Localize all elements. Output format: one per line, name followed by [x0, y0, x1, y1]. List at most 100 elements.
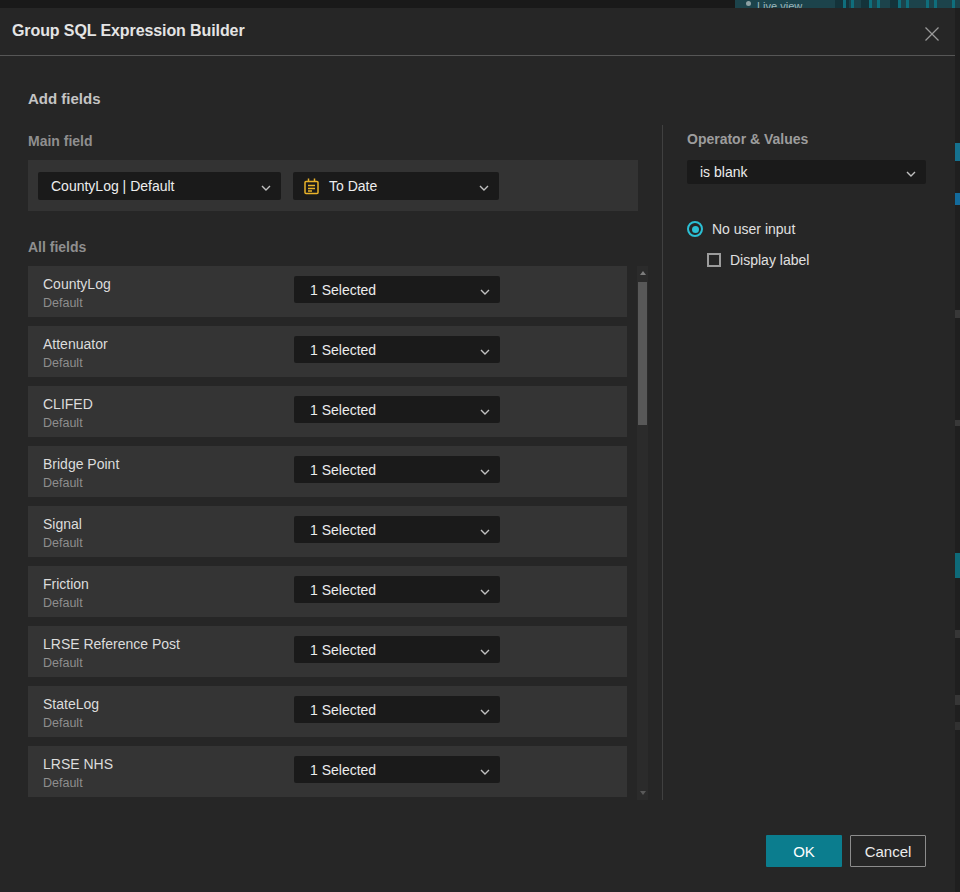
- chevron-down-icon: [480, 342, 490, 358]
- date-field-select-value: To Date: [320, 178, 377, 194]
- operator-values-heading: Operator & Values: [687, 131, 808, 147]
- field-selected-value: 1 Selected: [294, 582, 376, 598]
- field-selected-value: 1 Selected: [294, 282, 376, 298]
- dialog-title: Group SQL Expression Builder: [12, 22, 245, 40]
- field-selected-value: 1 Selected: [294, 702, 376, 718]
- scrollbar-thumb[interactable]: [638, 282, 647, 425]
- no-user-input-label: No user input: [712, 221, 795, 237]
- field-selected-value: 1 Selected: [294, 462, 376, 478]
- checkbox-unchecked-icon[interactable]: [707, 253, 721, 267]
- field-row: Friction Default 1 Selected: [28, 566, 627, 617]
- field-row: StateLog Default 1 Selected: [28, 686, 627, 737]
- field-name: CLIFED: [43, 396, 93, 412]
- chevron-down-icon: [480, 522, 490, 538]
- field-name: Attenuator: [43, 336, 108, 352]
- cancel-button[interactable]: Cancel: [850, 835, 926, 867]
- field-selected-dropdown[interactable]: 1 Selected: [294, 336, 500, 363]
- chevron-down-icon: [480, 402, 490, 418]
- no-user-input-option[interactable]: No user input: [687, 221, 795, 237]
- all-fields-list: CountyLog Default 1 Selected Attenuator …: [28, 266, 627, 806]
- display-label-option[interactable]: Display label: [707, 252, 809, 268]
- date-field-select[interactable]: To Date: [293, 172, 499, 200]
- close-button[interactable]: [919, 21, 945, 47]
- field-name: LRSE NHS: [43, 756, 113, 772]
- device-icon: [926, 0, 929, 8]
- device-icon: [843, 0, 846, 8]
- field-name: Bridge Point: [43, 456, 119, 472]
- background-item: [955, 722, 960, 730]
- field-row: CountyLog Default 1 Selected: [28, 266, 627, 317]
- header-divider: [0, 55, 955, 56]
- device-icon: [869, 0, 872, 8]
- all-fields-label: All fields: [28, 239, 86, 255]
- field-row: CLIFED Default 1 Selected: [28, 386, 627, 437]
- field-selected-dropdown[interactable]: 1 Selected: [294, 756, 500, 783]
- field-subtitle: Default: [43, 356, 83, 370]
- calendar-icon: [303, 178, 320, 195]
- chevron-down-icon: [906, 164, 916, 180]
- background-item: [955, 553, 960, 578]
- field-selected-dropdown[interactable]: 1 Selected: [294, 456, 500, 483]
- field-subtitle: Default: [43, 776, 83, 790]
- dialog: Group SQL Expression Builder Add fields …: [0, 8, 955, 892]
- group-sql-expression-builder-dialog: Live view Group SQL Expression Builder A…: [0, 0, 960, 892]
- background-right-edge: [955, 8, 960, 892]
- device-icon: [934, 0, 937, 8]
- background-item: [955, 143, 960, 161]
- device-icon: [898, 0, 901, 8]
- background-item: [955, 193, 960, 205]
- device-icon: [952, 0, 955, 8]
- chevron-down-icon: [480, 282, 490, 298]
- background-item: [955, 695, 960, 705]
- operator-select-value: is blank: [687, 164, 747, 180]
- chevron-down-icon: [480, 642, 490, 658]
- field-subtitle: Default: [43, 656, 83, 670]
- scroll-up-icon[interactable]: [640, 271, 646, 275]
- chevron-down-icon: [480, 762, 490, 778]
- field-selected-dropdown[interactable]: 1 Selected: [294, 576, 500, 603]
- field-name: Friction: [43, 576, 89, 592]
- chevron-down-icon: [479, 178, 489, 194]
- live-view-label: Live view: [757, 0, 802, 8]
- live-view-toolbar: Live view: [735, 0, 960, 8]
- field-selected-dropdown[interactable]: 1 Selected: [294, 396, 500, 423]
- chevron-down-icon: [480, 702, 490, 718]
- operator-select[interactable]: is blank: [687, 160, 926, 184]
- field-selected-dropdown[interactable]: 1 Selected: [294, 636, 500, 663]
- field-name: StateLog: [43, 696, 99, 712]
- field-selected-dropdown[interactable]: 1 Selected: [294, 516, 500, 543]
- field-selected-value: 1 Selected: [294, 762, 376, 778]
- chevron-down-icon: [480, 582, 490, 598]
- scroll-down-icon[interactable]: [640, 791, 646, 795]
- field-name: CountyLog: [43, 276, 111, 292]
- field-row: Attenuator Default 1 Selected: [28, 326, 627, 377]
- ok-button[interactable]: OK: [766, 835, 842, 867]
- field-selected-dropdown[interactable]: 1 Selected: [294, 696, 500, 723]
- device-icon: [851, 0, 854, 8]
- field-row: LRSE NHS Default 1 Selected: [28, 746, 627, 797]
- background-item: [955, 310, 960, 318]
- field-row: LRSE Reference Post Default 1 Selected: [28, 626, 627, 677]
- field-selected-value: 1 Selected: [294, 642, 376, 658]
- field-row: Signal Default 1 Selected: [28, 506, 627, 557]
- field-name: LRSE Reference Post: [43, 636, 180, 652]
- column-divider: [662, 125, 663, 800]
- field-subtitle: Default: [43, 416, 83, 430]
- add-fields-heading: Add fields: [28, 90, 101, 107]
- display-label-text: Display label: [730, 252, 809, 268]
- close-icon: [924, 26, 940, 42]
- main-field-select[interactable]: CountyLog | Default: [38, 172, 281, 200]
- field-selected-dropdown[interactable]: 1 Selected: [294, 276, 500, 303]
- field-selected-value: 1 Selected: [294, 522, 376, 538]
- field-row: Bridge Point Default 1 Selected: [28, 446, 627, 497]
- background-item: [955, 420, 960, 426]
- chevron-down-icon: [261, 178, 271, 194]
- radio-selected-icon[interactable]: [687, 221, 703, 237]
- main-field-panel: CountyLog | Default To Date: [28, 160, 638, 211]
- list-scrollbar[interactable]: [637, 266, 648, 800]
- background-item: [955, 630, 960, 638]
- live-view-dot-icon: [746, 1, 751, 6]
- field-subtitle: Default: [43, 716, 83, 730]
- device-icon: [906, 0, 909, 8]
- field-selected-value: 1 Selected: [294, 402, 376, 418]
